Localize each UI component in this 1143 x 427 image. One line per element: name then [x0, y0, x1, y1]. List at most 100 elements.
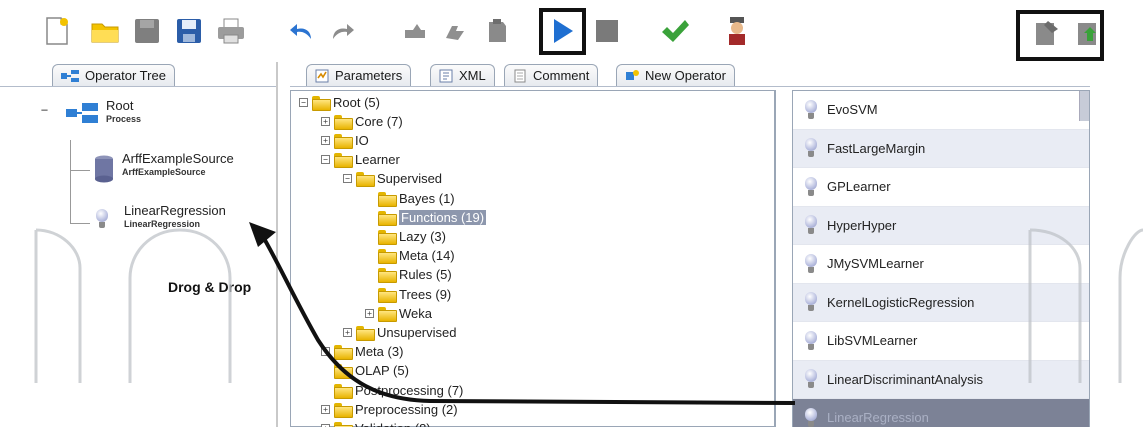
expand-toggle[interactable]: +	[343, 327, 352, 337]
operator-list: EvoSVM FastLargeMargin GPLearner HyperHyper…	[792, 90, 1090, 427]
stop-icon	[596, 20, 618, 42]
group-tree-row[interactable]: − Root (5)	[299, 93, 380, 111]
save-as-icon	[177, 19, 201, 43]
group-tree-row[interactable]: Meta (14)	[365, 247, 455, 265]
expand-toggle[interactable]: +	[321, 347, 330, 357]
tab-comment[interactable]: Comment	[504, 64, 599, 86]
operator-list-item[interactable]: KernelLogisticRegression	[793, 283, 1089, 322]
undo-icon	[290, 24, 311, 39]
operator-list-item[interactable]: FastLargeMargin	[793, 129, 1089, 168]
operator-list-scrollbar[interactable]	[1079, 91, 1089, 121]
tab-new-operator[interactable]: New Operator	[616, 64, 735, 86]
operator-list-item[interactable]: LinearRegression	[793, 399, 1089, 427]
folder-icon	[334, 402, 353, 418]
group-tree-row[interactable]: − Learner	[321, 151, 400, 169]
group-tree-row[interactable]: Functions (19)	[365, 208, 487, 226]
expand-toggle[interactable]: −	[321, 155, 330, 165]
new-operator-tab-label: New Operator	[645, 68, 726, 83]
group-tree-row[interactable]: + Meta (3)	[321, 343, 403, 361]
print-icon	[218, 18, 244, 44]
save-button[interactable]	[130, 14, 164, 48]
open-button[interactable]	[88, 14, 122, 48]
redo-button[interactable]	[326, 14, 360, 48]
group-tree-row[interactable]: Trees (9)	[365, 285, 451, 303]
result-perspective-button[interactable]	[1072, 16, 1106, 50]
group-tree-label: Rules (5)	[399, 267, 452, 283]
expand-toggle[interactable]: +	[321, 404, 330, 414]
operator-list-item[interactable]: LibSVMLearner	[793, 322, 1089, 361]
group-tree-row[interactable]: Rules (5)	[365, 266, 452, 284]
expand-toggle[interactable]: +	[321, 135, 330, 145]
group-tree-row[interactable]: + IO	[321, 131, 369, 149]
new-process-button[interactable]	[40, 14, 74, 48]
group-tree-row[interactable]: OLAP (5)	[321, 362, 409, 380]
operator-name: EvoSVM	[827, 102, 878, 118]
open-icon	[91, 23, 119, 43]
group-tree-row[interactable]: Lazy (3)	[365, 227, 446, 245]
operator-list-item[interactable]: JMySVMLearner	[793, 245, 1089, 284]
root-node-title: Root	[106, 98, 134, 113]
new-icon	[46, 17, 68, 45]
undo-button[interactable]	[284, 14, 318, 48]
print-button[interactable]	[214, 14, 248, 48]
operator-name: LinearDiscriminantAnalysis	[827, 371, 984, 387]
group-tree-row[interactable]: +Validation (8)	[321, 419, 431, 427]
cut-button[interactable]	[398, 14, 432, 48]
design-perspective-button[interactable]	[1030, 16, 1064, 50]
group-tree-label: Root (5)	[333, 94, 380, 110]
root-node[interactable]: Root Process	[66, 98, 141, 126]
operator-list-item[interactable]: HyperHyper	[793, 206, 1089, 245]
lightbulb-icon	[805, 292, 817, 312]
group-tree-row[interactable]: + Preprocessing (2)	[321, 400, 458, 418]
expand-toggle[interactable]: +	[321, 116, 330, 126]
root-collapse-toggle[interactable]: −	[40, 104, 49, 116]
group-tree-label: Bayes (1)	[399, 190, 455, 206]
group-tree-row[interactable]: + Unsupervised	[343, 323, 457, 341]
tree-connector-vertical	[70, 140, 71, 224]
lightbulb-icon	[805, 215, 817, 235]
validate-icon	[662, 20, 689, 42]
linear-regression-node-title: LinearRegression	[124, 203, 226, 218]
expand-toggle[interactable]: +	[365, 308, 374, 318]
stop-button[interactable]	[590, 14, 624, 48]
tab-parameters[interactable]: Parameters	[306, 64, 412, 86]
expand-toggle[interactable]: −	[299, 97, 308, 107]
copy-button[interactable]	[438, 14, 472, 48]
paste-button[interactable]	[480, 14, 514, 48]
linear-regression-node[interactable]: LinearRegression LinearRegression	[96, 203, 226, 231]
tab-operator-tree[interactable]: Operator Tree	[52, 64, 175, 86]
group-tree-label: IO	[355, 132, 369, 148]
process-icon	[66, 103, 98, 123]
group-tree-row[interactable]: − Supervised	[343, 170, 442, 188]
save-as-button[interactable]	[172, 14, 206, 48]
parameters-tab-label: Parameters	[335, 68, 403, 83]
wizard-button[interactable]	[720, 14, 754, 48]
lightbulb-icon	[805, 176, 817, 197]
tab-xml[interactable]: XML	[430, 64, 495, 86]
folder-icon	[378, 210, 397, 226]
group-tree-row[interactable]: Postprocessing (7)	[321, 381, 463, 399]
operator-tree-icon	[61, 69, 79, 82]
drag-drop-label: Drog & Drop	[168, 279, 252, 295]
group-tree-label: Postprocessing (7)	[355, 382, 464, 398]
folder-icon	[378, 287, 397, 303]
group-tree-row[interactable]: + Weka	[365, 304, 432, 322]
validate-button[interactable]	[658, 14, 692, 48]
group-tree-row[interactable]: + Core (7)	[321, 112, 403, 130]
group-tree-label: Supervised	[377, 171, 443, 187]
operator-list-item[interactable]: EvoSVM	[793, 91, 1089, 130]
save-disabled-icon	[135, 19, 159, 43]
group-tree-label: Meta (14)	[399, 248, 455, 264]
group-tree-label: OLAP (5)	[355, 363, 409, 379]
linear-regression-node-subtitle: LinearRegression	[124, 219, 201, 229]
folder-icon	[378, 191, 397, 207]
operator-list-item[interactable]: LinearDiscriminantAnalysis	[793, 360, 1089, 399]
folder-icon	[334, 345, 353, 361]
database-icon	[95, 155, 113, 183]
group-tree-row[interactable]: Bayes (1)	[365, 189, 455, 207]
arff-example-source-node[interactable]: ArffExampleSource ArffExampleSource	[94, 151, 234, 183]
operator-list-item[interactable]: GPLearner	[793, 168, 1089, 207]
expand-toggle[interactable]: −	[343, 174, 352, 184]
parameters-icon	[315, 69, 329, 82]
folder-icon	[312, 95, 331, 111]
